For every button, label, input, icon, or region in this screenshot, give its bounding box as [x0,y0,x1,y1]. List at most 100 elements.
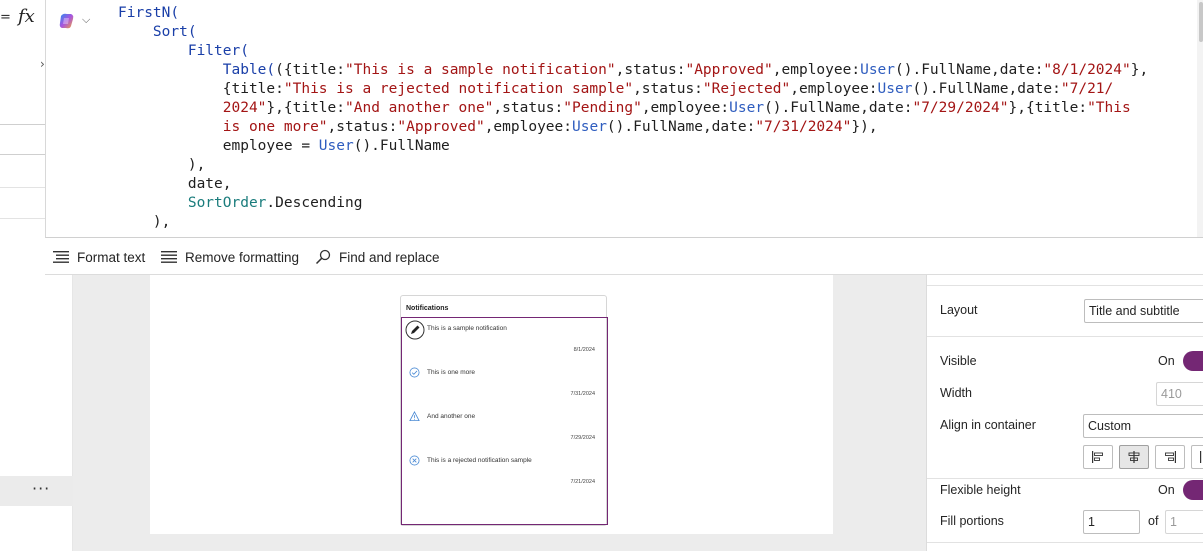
notification-date: 7/21/2024 [570,479,595,485]
remove-formatting-icon [161,251,177,263]
formula-code[interactable]: FirstN( Sort( Filter( Table(({title:"Thi… [118,4,1188,232]
find-replace-button[interactable]: Find and replace [315,247,440,267]
align-dropdown[interactable]: Custom [1083,414,1203,438]
code-line[interactable]: is one more",status:"Approved",employee:… [118,118,1188,137]
code-token: SortOrder [187,195,267,211]
code-token: 2024" [222,100,267,116]
width-input[interactable]: 410 [1156,382,1203,406]
left-panel-search-box[interactable] [0,124,45,155]
code-line[interactable]: Sort( [118,23,1188,42]
code-token: "And another one" [345,100,494,116]
copilot-button[interactable]: ⌵ [58,12,98,30]
divider [0,187,45,188]
layout-dropdown[interactable]: Title and subtitle [1084,299,1203,323]
width-label: Width [940,386,972,400]
format-text-icon [53,251,69,263]
code-token: "This [1087,100,1131,116]
formula-prefix: = fx [0,0,45,40]
code-token: ({title: [275,62,345,78]
code-token: ,employee: [641,100,730,116]
divider [927,542,1203,543]
code-line[interactable]: employee = User().FullName [118,137,1188,156]
formula-toolbar: Format text Remove formatting Find and r… [45,238,1203,275]
code-token: "Rejected" [702,81,791,97]
code-line[interactable]: FirstN( [118,4,1188,23]
format-text-button[interactable]: Format text [53,247,145,267]
code-token: },{title: [1008,100,1088,116]
code-token: "This is a rejected notification sample" [283,81,634,97]
more-options-button[interactable]: ··· [32,479,50,498]
editor-scrollbar[interactable] [1197,0,1203,237]
code-token: }, [1130,62,1149,78]
notifications-gallery[interactable]: This is a sample notification 8/1/2024 T… [401,317,608,525]
code-line[interactable]: Filter( [118,42,1188,61]
code-token: .Descending [266,195,363,211]
code-token: ,employee: [772,62,861,78]
visible-toggle[interactable] [1183,351,1203,371]
code-token: ().FullName,date: [764,100,913,116]
code-token: Table( [222,62,276,78]
flexible-toggle-text: On [1158,483,1175,497]
edit-icon[interactable] [405,320,425,340]
align-end-button[interactable] [1155,445,1185,469]
notification-item[interactable]: This is one more 7/31/2024 [402,362,607,406]
flexible-height-toggle[interactable] [1183,480,1203,500]
code-line[interactable]: Table(({title:"This is a sample notifica… [118,61,1188,80]
visible-toggle-text: On [1158,354,1175,368]
code-token: FirstN( [118,5,180,21]
app-screen[interactable]: Notifications This is a sample notificat… [150,275,833,534]
equals-sign: = [0,10,11,25]
code-token: User [877,81,913,97]
code-token: "This is a sample notification" [345,62,616,78]
code-line[interactable]: ), [118,213,1188,232]
code-token: ,status: [493,100,564,116]
notifications-card[interactable]: Notifications This is a sample notificat… [400,295,608,526]
code-token: User [860,62,896,78]
notification-date: 7/29/2024 [570,435,595,441]
fill-portions-input[interactable]: 1 [1083,510,1140,534]
code-line[interactable]: 2024"},{title:"And another one",status:"… [118,99,1188,118]
visible-row: Visible On [927,350,1203,374]
code-line[interactable]: SortOrder.Descending [118,194,1188,213]
remove-formatting-button[interactable]: Remove formatting [161,247,299,267]
align-stretch-button[interactable] [1191,445,1203,469]
scrollbar-thumb[interactable] [1199,2,1203,42]
format-text-label: Format text [77,249,146,265]
fill-portions-row: Fill portions 1 of 1 [927,510,1203,534]
notification-title: This is a rejected notification sample [427,457,532,464]
code-token: "7/21/ [1060,81,1114,97]
code-token: Sort( [152,24,197,40]
code-line[interactable]: date, [118,175,1188,194]
notification-item[interactable]: This is a sample notification 8/1/2024 [402,318,607,362]
align-center-icon [1128,451,1140,463]
code-token: User [572,119,607,135]
copilot-icon [59,13,74,29]
align-center-button[interactable] [1119,445,1149,469]
notification-item[interactable]: And another one 7/29/2024 [402,406,607,450]
divider [927,285,1203,286]
notification-title: And another one [427,413,476,420]
fill-total-input[interactable]: 1 [1165,510,1203,534]
code-token: ().FullName,date: [895,62,1044,78]
canvas-area: Notifications This is a sample notificat… [73,275,926,551]
code-token: "7/31/2024" [755,119,852,135]
fill-portions-label: Fill portions [940,514,1004,528]
formula-editor[interactable]: ⌵ FirstN( Sort( Filter( Table(({title:"T… [45,0,1203,238]
code-token: }), [851,119,878,135]
code-token: "Pending" [563,100,642,116]
code-token: "8/1/2024" [1043,62,1131,78]
code-token: ,status: [327,119,398,135]
code-line[interactable]: ), [118,156,1188,175]
align-start-button[interactable] [1083,445,1113,469]
code-token: ,employee: [484,119,572,135]
code-token: {title: [118,81,284,97]
search-icon [315,249,331,265]
code-token: ,status: [633,81,703,97]
fx-icon[interactable]: fx [18,6,35,27]
code-line[interactable]: {title:"This is a rejected notification … [118,80,1188,99]
notification-item[interactable]: This is a rejected notification sample 7… [402,450,607,494]
